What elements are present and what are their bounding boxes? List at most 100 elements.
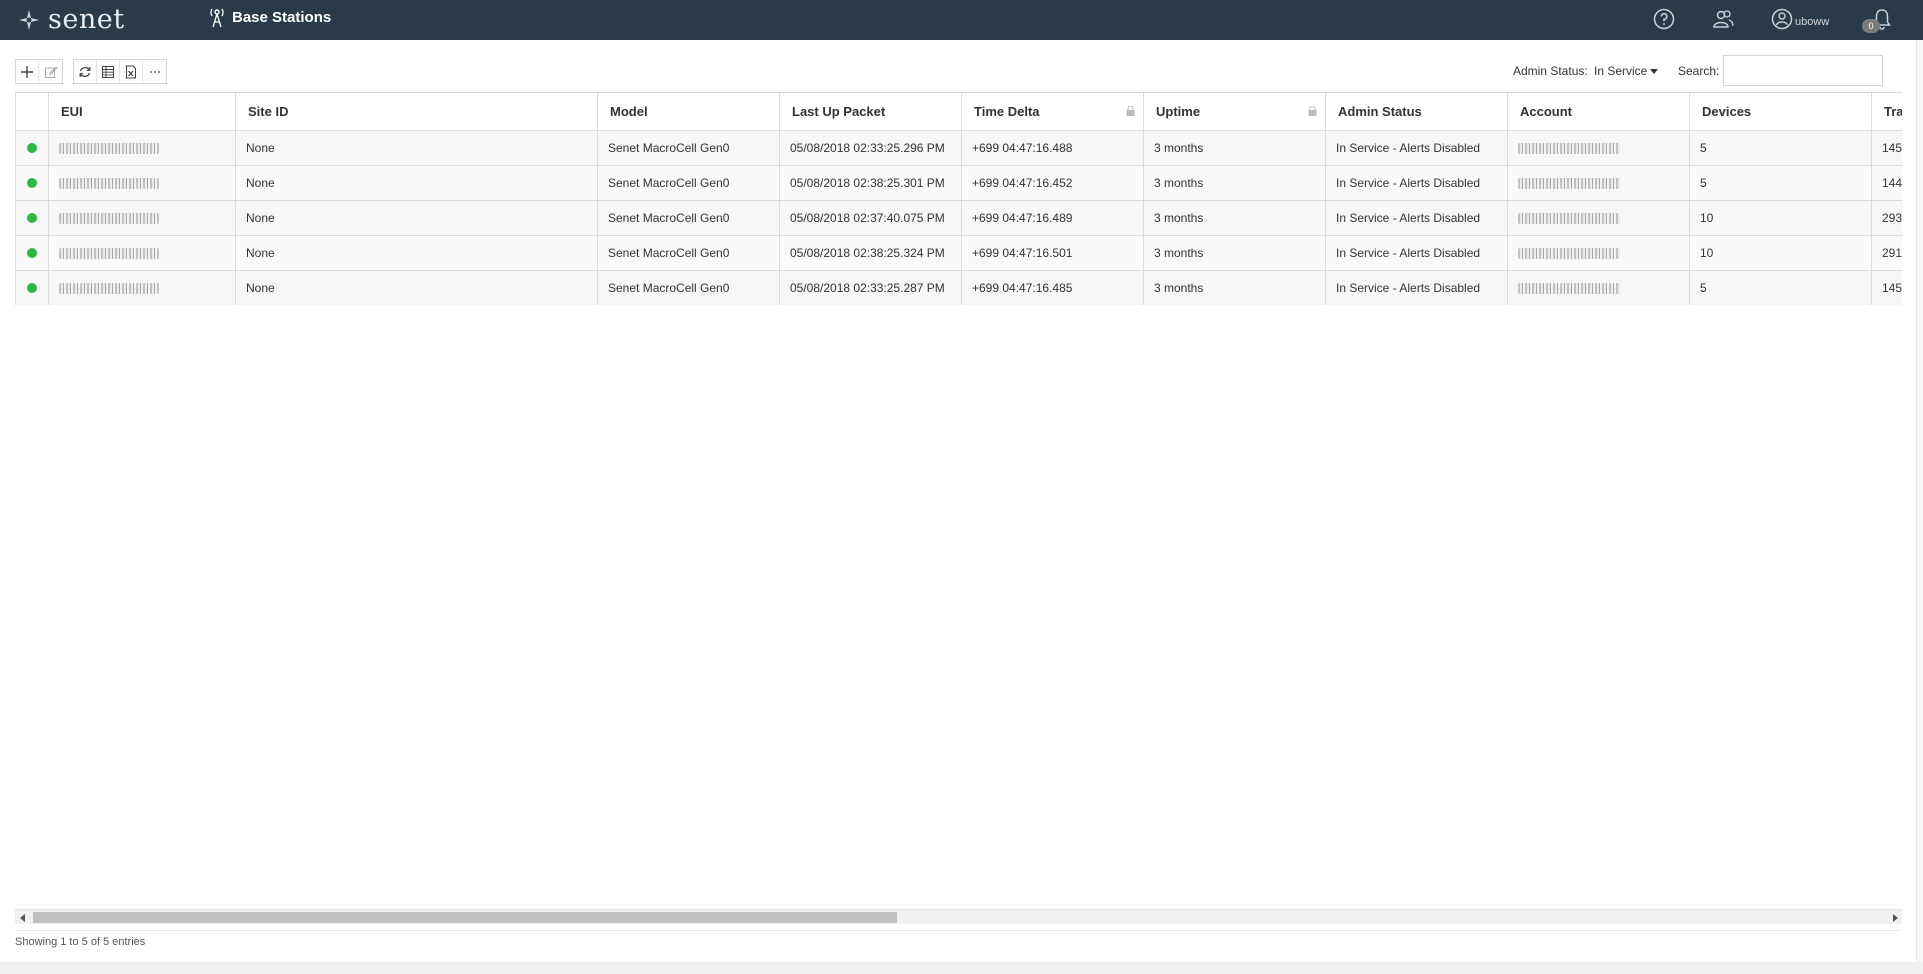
status-cell [15,130,49,166]
column-header-account[interactable]: Account [1507,92,1690,131]
tra-cell: 293 [1871,200,1902,236]
account-cell [1507,200,1690,236]
column-header-status[interactable] [15,92,49,131]
table-row[interactable]: None Senet MacroCell Gen0 05/08/2018 02:… [15,200,1902,236]
edit-button[interactable] [39,60,62,83]
lock-icon [1308,106,1317,116]
status-cell [15,200,49,236]
base-stations-table: EUI Site ID Model Last Up Packet Time De… [15,92,1902,305]
model-cell: Senet MacroCell Gen0 [597,130,780,166]
page-title: Base Stations [232,8,332,26]
column-header-model[interactable]: Model [597,92,780,131]
status-cell [15,270,49,305]
account-cell [1507,235,1690,271]
uptime-cell: 3 months [1143,235,1326,271]
last-up-packet-cell: 05/08/2018 02:38:25.301 PM [779,165,962,201]
redacted-eui [59,213,159,225]
columns-icon [101,65,115,78]
page-header: Base Stations [208,6,331,28]
export-excel-icon [125,64,137,79]
tra-cell: 291 [1871,235,1902,271]
scroll-right-button[interactable] [1887,910,1902,925]
model-cell: Senet MacroCell Gen0 [597,165,780,201]
export-excel-button[interactable] [120,60,143,83]
site-id-cell: None [235,270,598,305]
column-header-tra[interactable]: Tra [1871,92,1902,131]
senet-logo[interactable]: senet [18,4,125,35]
time-delta-cell: +699 04:47:16.452 [961,165,1144,201]
devices-cell: 5 [1689,270,1872,305]
table-row[interactable]: None Senet MacroCell Gen0 05/08/2018 02:… [15,165,1902,201]
admin-status-cell: In Service - Alerts Disabled [1325,270,1508,305]
admin-status-cell: In Service - Alerts Disabled [1325,165,1508,201]
scroll-left-arrow-icon [19,913,25,922]
column-header-site-id[interactable]: Site ID [235,92,598,131]
status-online-icon [27,143,37,153]
edit-tool-group [15,59,63,84]
user-profile-icon[interactable] [1770,7,1794,31]
compass-logo-icon [19,9,39,30]
horizontal-scrollbar[interactable] [15,909,1902,924]
uptime-cell: 3 months [1143,270,1326,305]
scrollbar-thumb[interactable] [33,912,897,923]
column-header-last-up-packet[interactable]: Last Up Packet [779,92,962,131]
page-footer [0,962,1923,974]
redacted-eui [59,283,159,295]
caret-down-icon [1650,69,1659,75]
column-header-time-delta[interactable]: Time Delta [961,92,1144,131]
table-row[interactable]: None Senet MacroCell Gen0 05/08/2018 02:… [15,235,1902,271]
tra-cell: 145 [1871,270,1902,305]
status-online-icon [27,283,37,293]
admin-status-cell: In Service - Alerts Disabled [1325,130,1508,166]
redacted-account [1518,143,1620,155]
edit-icon [44,65,58,78]
last-up-packet-cell: 05/08/2018 02:33:25.296 PM [779,130,962,166]
status-online-icon [27,248,37,258]
status-cell [15,235,49,271]
site-id-cell: None [235,165,598,201]
uptime-cell: 3 months [1143,200,1326,236]
add-button[interactable] [16,60,39,83]
more-icon [149,70,160,73]
redacted-account [1518,213,1620,225]
vertical-scrollbar[interactable] [1916,40,1923,962]
user-name[interactable]: uboww [1795,16,1829,28]
uptime-cell: 3 months [1143,130,1326,166]
column-header-admin-status[interactable]: Admin Status [1325,92,1508,131]
account-cell [1507,130,1690,166]
add-icon [21,65,33,78]
time-delta-cell: +699 04:47:16.488 [961,130,1144,166]
lock-icon [1126,106,1135,116]
table-row[interactable]: None Senet MacroCell Gen0 05/08/2018 02:… [15,270,1902,305]
time-delta-cell: +699 04:47:16.501 [961,235,1144,271]
logo-text: senet [48,4,125,35]
eui-cell [48,130,236,166]
antenna-tower-icon [210,8,224,28]
last-up-packet-cell: 05/08/2018 02:37:40.075 PM [779,200,962,236]
columns-button[interactable] [97,60,120,83]
users-icon[interactable] [1711,7,1735,31]
admin-status-filter-dropdown[interactable]: In Service [1594,64,1659,78]
tra-cell: 144 [1871,165,1902,201]
column-header-devices[interactable]: Devices [1689,92,1872,131]
status-online-icon [27,178,37,188]
admin-status-cell: In Service - Alerts Disabled [1325,200,1508,236]
search-input[interactable] [1723,55,1883,86]
account-cell [1507,270,1690,305]
column-header-uptime[interactable]: Uptime [1143,92,1326,131]
more-button[interactable] [143,60,166,83]
eui-cell [48,235,236,271]
refresh-button[interactable] [74,60,97,83]
redacted-eui [59,178,159,190]
help-icon[interactable] [1652,7,1676,31]
grid-footer-divider [15,930,1902,931]
entries-info: Showing 1 to 5 of 5 entries [15,936,146,948]
model-cell: Senet MacroCell Gen0 [597,200,780,236]
table-row[interactable]: None Senet MacroCell Gen0 05/08/2018 02:… [15,130,1902,166]
redacted-eui [59,143,159,155]
scroll-left-button[interactable] [15,910,30,925]
eui-cell [48,165,236,201]
column-header-eui[interactable]: EUI [48,92,236,131]
devices-cell: 10 [1689,235,1872,271]
time-delta-cell: +699 04:47:16.489 [961,200,1144,236]
